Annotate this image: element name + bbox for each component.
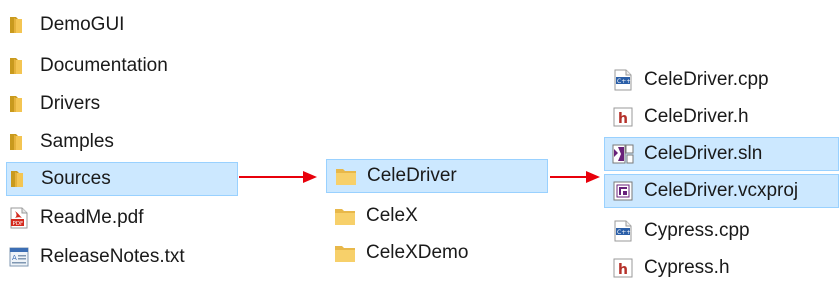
item-label: Sources [41, 168, 111, 189]
svg-text:h: h [618, 262, 628, 278]
item-label: CeleDriver.sln [644, 143, 763, 164]
item-label: Cypress.cpp [644, 220, 750, 241]
vcxproj-file-icon [612, 180, 634, 202]
list-item-celex[interactable]: CeleX [334, 199, 548, 233]
item-label: Drivers [40, 93, 101, 114]
item-label: ReadMe.pdf [40, 207, 144, 228]
item-label: CeleXDemo [366, 242, 469, 263]
folder-icon [8, 55, 30, 77]
list-item-drivers[interactable]: Drivers [8, 87, 238, 121]
folder-icon [8, 14, 30, 36]
svg-text:PDF: PDF [13, 221, 24, 227]
folder-icon [335, 165, 357, 187]
text-file-icon: A [8, 246, 30, 268]
cpp-file-icon: C++ [612, 220, 634, 242]
header-file-icon: h [612, 106, 634, 128]
folder-icon [9, 168, 31, 190]
item-label: DemoGUI [40, 14, 125, 35]
list-item-documentation[interactable]: Documentation [8, 49, 238, 83]
header-file-icon: h [612, 257, 634, 279]
folder-icon [8, 131, 30, 153]
item-label: Cypress.h [644, 257, 730, 278]
list-item-celedriver-vcxproj[interactable]: CeleDriver.vcxproj [604, 174, 839, 208]
list-item-cypress-cpp[interactable]: C++ Cypress.cpp [612, 214, 838, 248]
folder-icon [334, 205, 356, 227]
list-item-celedriver[interactable]: CeleDriver [326, 159, 548, 193]
list-item-samples[interactable]: Samples [8, 125, 238, 159]
list-item-sources[interactable]: Sources [6, 162, 238, 196]
item-label: CeleDriver.cpp [644, 69, 769, 90]
pdf-file-icon: PDF [8, 207, 30, 229]
item-label: CeleDriver.h [644, 106, 749, 127]
list-item-celedriver-h[interactable]: h CeleDriver.h [612, 100, 838, 134]
item-label: CeleX [366, 205, 418, 226]
svg-text:h: h [618, 111, 628, 127]
list-item-celedriver-cpp[interactable]: C++ CeleDriver.cpp [612, 63, 838, 97]
svg-text:C++: C++ [617, 229, 631, 236]
svg-text:C++: C++ [617, 78, 631, 85]
list-item-demogui[interactable]: DemoGUI [8, 8, 238, 42]
list-item-readme-pdf[interactable]: PDF ReadMe.pdf [8, 201, 238, 235]
arrow-right-icon [239, 171, 317, 183]
folder-icon [334, 242, 356, 264]
item-label: CeleDriver.vcxproj [644, 180, 799, 201]
list-item-celexdemo[interactable]: CeleXDemo [334, 236, 548, 270]
item-label: Documentation [40, 55, 168, 76]
item-label: CeleDriver [367, 165, 457, 186]
list-item-releasenotes-txt[interactable]: A ReleaseNotes.txt [8, 240, 238, 274]
list-item-cypress-h[interactable]: h Cypress.h [612, 251, 838, 285]
list-item-celedriver-sln[interactable]: CeleDriver.sln [604, 137, 839, 171]
arrow-right-icon [550, 171, 600, 183]
item-label: Samples [40, 131, 114, 152]
cpp-file-icon: C++ [612, 69, 634, 91]
solution-file-icon [612, 143, 634, 165]
svg-text:A: A [12, 254, 17, 262]
folder-icon [8, 93, 30, 115]
item-label: ReleaseNotes.txt [40, 246, 185, 267]
